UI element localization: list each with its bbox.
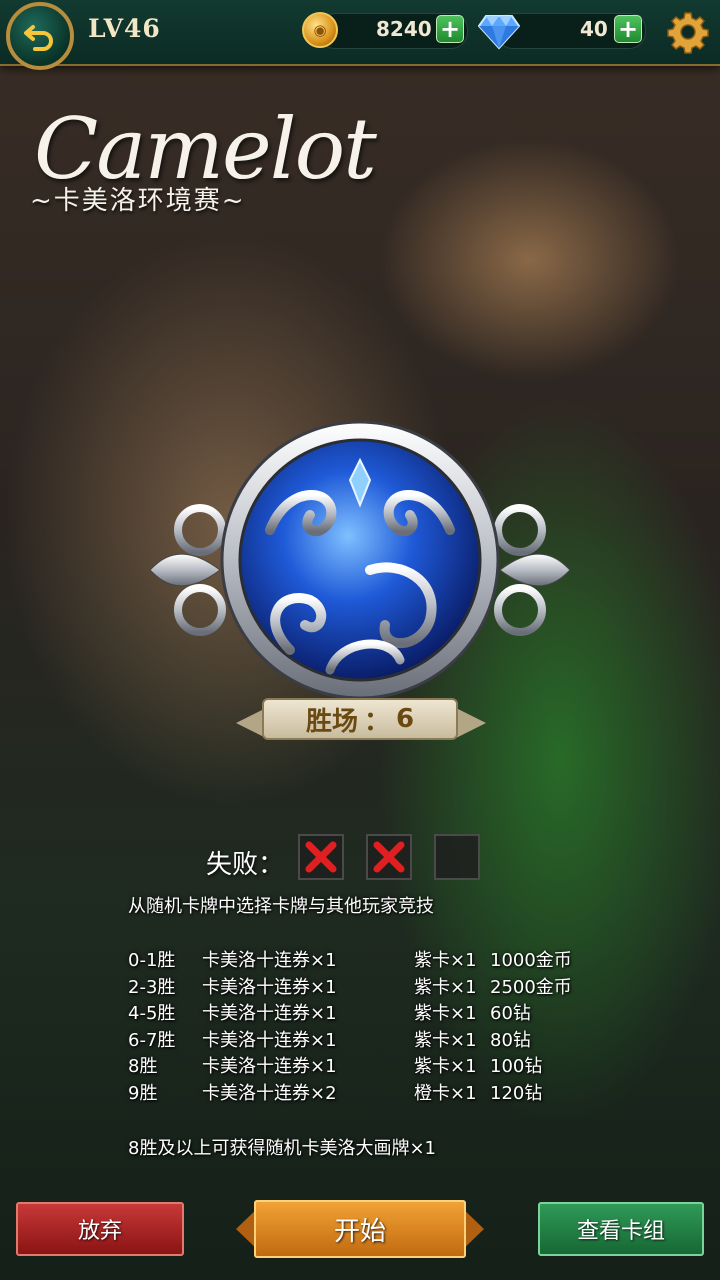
- reward-tickets: 卡美洛十连券×1: [202, 950, 337, 972]
- reward-row: 8胜 卡美洛十连券×1 紫卡×1 100钻: [128, 1052, 572, 1079]
- reward-tickets: 卡美洛十连券×1: [202, 1003, 337, 1025]
- back-arrow-icon: [24, 25, 53, 51]
- reward-extra: 120钻: [490, 1082, 543, 1104]
- bonus-note: 8胜及以上可获得随机卡美洛大画牌×1: [128, 1138, 436, 1159]
- reward-tickets: 卡美洛十连券×1: [202, 976, 337, 998]
- wins-label: 胜场: [305, 706, 358, 737]
- gear-icon[interactable]: [666, 10, 710, 54]
- give-up-button[interactable]: 放弃: [16, 1202, 184, 1256]
- reward-card: 紫卡×1: [414, 1056, 477, 1078]
- losses-label: 失败：: [206, 850, 285, 880]
- arena-emblem: [149, 420, 571, 700]
- reward-row: 4-5胜 卡美洛十连券×1 紫卡×1 60钻: [128, 999, 572, 1026]
- reward-wins: 4-5胜: [128, 1003, 176, 1025]
- loss-slot-2: [366, 834, 412, 880]
- coin-value: 8240: [376, 17, 432, 41]
- reward-card: 紫卡×1: [414, 976, 477, 998]
- reward-extra: 2500金币: [490, 976, 572, 998]
- wins-banner: 胜场 ： 6: [262, 698, 458, 740]
- reward-row: 6-7胜 卡美洛十连券×1 紫卡×1 80钻: [128, 1026, 572, 1053]
- reward-extra: 1000金币: [490, 950, 572, 972]
- wins-value: 6: [395, 704, 415, 734]
- player-level: LV46: [88, 14, 161, 43]
- reward-card: 紫卡×1: [414, 1029, 477, 1051]
- reward-card: 紫卡×1: [414, 950, 477, 972]
- loss-slot-1: [298, 834, 344, 880]
- start-button[interactable]: 开始: [254, 1200, 466, 1258]
- reward-table: 0-1胜 卡美洛十连券×1 紫卡×1 1000金币 2-3胜 卡美洛十连券×1 …: [128, 946, 572, 1105]
- reward-row: 2-3胜 卡美洛十连券×1 紫卡×1 2500金币: [128, 973, 572, 1000]
- gem-value: 40: [580, 17, 608, 41]
- reward-row: 9胜 卡美洛十连券×2 橙卡×1 120钻: [128, 1079, 572, 1106]
- reward-wins: 6-7胜: [128, 1029, 176, 1051]
- add-coins-button[interactable]: +: [436, 15, 464, 43]
- reward-card: 橙卡×1: [414, 1082, 477, 1104]
- reward-tickets: 卡美洛十连券×1: [202, 1056, 337, 1078]
- loss-slot-3: [434, 834, 480, 880]
- red-x-icon: [305, 841, 337, 873]
- reward-extra: 80钻: [490, 1029, 531, 1051]
- reward-wins: 2-3胜: [128, 976, 176, 998]
- reward-card: 紫卡×1: [414, 1003, 477, 1025]
- red-x-icon: [373, 841, 405, 873]
- event-subtitle: ~卡美洛环境赛~: [30, 186, 246, 216]
- reward-wins: 0-1胜: [128, 950, 176, 972]
- reward-row: 0-1胜 卡美洛十连券×1 紫卡×1 1000金币: [128, 946, 572, 973]
- coin-icon: ◉: [302, 12, 338, 48]
- reward-wins: 9胜: [128, 1082, 158, 1104]
- reward-wins: 8胜: [128, 1056, 158, 1078]
- view-deck-button[interactable]: 查看卡组: [538, 1202, 704, 1256]
- back-button[interactable]: [6, 2, 74, 70]
- reward-tickets: 卡美洛十连券×1: [202, 1029, 337, 1051]
- reward-extra: 60钻: [490, 1003, 531, 1025]
- diamond-icon: [478, 15, 520, 50]
- banner-ribbon-right: [456, 708, 486, 738]
- event-description: 从随机卡牌中选择卡牌与其他玩家竞技: [128, 896, 434, 917]
- reward-tickets: 卡美洛十连券×2: [202, 1082, 337, 1104]
- reward-extra: 100钻: [490, 1056, 543, 1078]
- add-gems-button[interactable]: +: [614, 15, 642, 43]
- wins-separator: ：: [363, 706, 390, 737]
